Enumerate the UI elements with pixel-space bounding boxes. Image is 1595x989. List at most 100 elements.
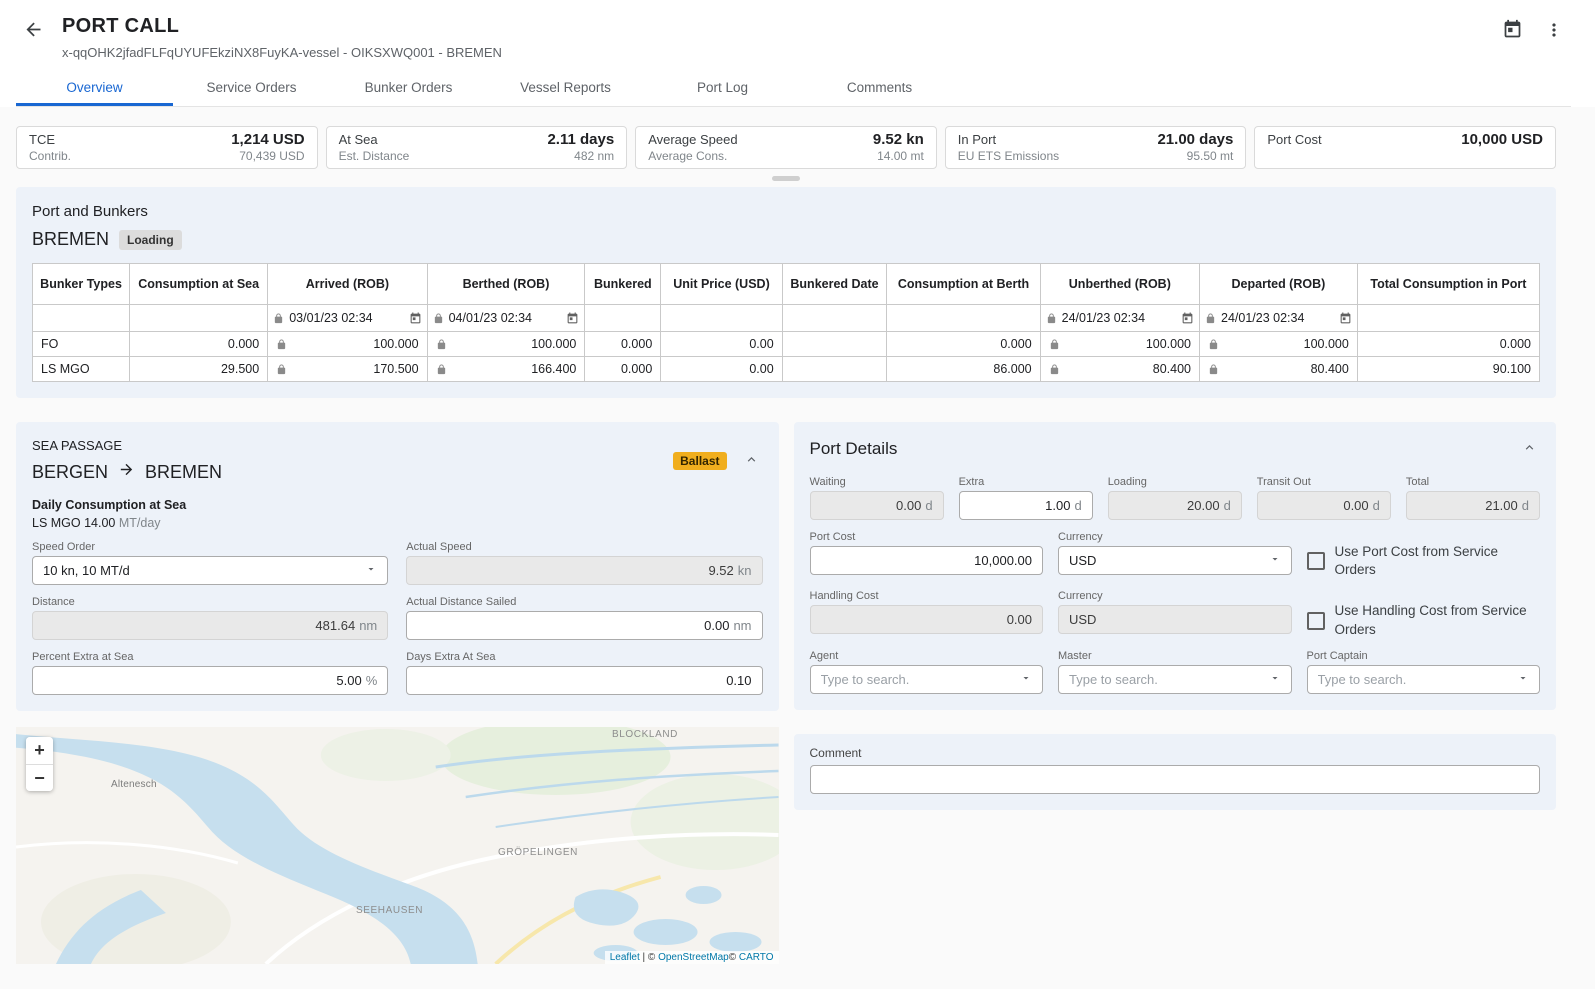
chevron-down-icon [1269, 672, 1281, 687]
tab-overview[interactable]: Overview [16, 70, 173, 106]
map-label-altenesch: Altenesch [111, 779, 157, 790]
route-to: BREMEN [145, 462, 222, 483]
bunker-table: Bunker Types Consumption at Sea Arrived … [32, 263, 1540, 382]
departed-date-input[interactable]: 24/01/23 02:34 [1205, 311, 1352, 325]
port-captain-combobox[interactable] [1307, 665, 1541, 694]
kpi-value: 9.52 kn [873, 131, 924, 148]
daily-consumption-label: Daily Consumption at Sea [32, 498, 763, 512]
tab-service-orders[interactable]: Service Orders [173, 70, 330, 106]
speed-order-value: 10 kn, 10 MT/d [43, 563, 130, 578]
departed-rob-value: 80.400 [1311, 362, 1349, 376]
days-extra-at-sea-label: Days Extra At Sea [406, 651, 762, 663]
bunkered-value: 0.000 [585, 357, 661, 382]
lock-icon[interactable] [1208, 364, 1219, 375]
master-search-input[interactable] [1069, 672, 1265, 687]
percent-extra-at-sea-input[interactable]: 5.00 % [32, 666, 388, 695]
route-map[interactable]: BLOCKLAND Altenesch GRÖPELINGEN SEEHAUSE… [16, 727, 779, 964]
kpi-sub-value: 70,439 USD [239, 149, 304, 163]
transit-out-label: Transit Out [1257, 476, 1391, 488]
lock-icon[interactable] [1049, 364, 1060, 375]
map-label-blockland: BLOCKLAND [612, 729, 678, 740]
lock-icon[interactable] [276, 364, 287, 375]
kpi-value: 10,000 USD [1461, 131, 1543, 148]
chevron-down-icon [1269, 553, 1281, 568]
agent-combobox[interactable] [810, 665, 1044, 694]
percent-extra-at-sea-label: Percent Extra at Sea [32, 651, 388, 663]
waiting-label: Waiting [810, 476, 944, 488]
port-cost-currency-select[interactable]: USD [1058, 546, 1292, 575]
use-handling-cost-label: Use Handling Cost from Service Orders [1335, 602, 1541, 638]
kpi-sub-label: Average Cons. [648, 149, 727, 163]
kpi-card-port-cost: Port Cost 10,000 USD [1254, 126, 1556, 169]
total-input: 21.00 d [1406, 491, 1540, 520]
port-cost-label: Port Cost [810, 531, 1044, 543]
col-bunkered: Bunkered [585, 264, 661, 305]
kpi-collapse-handle[interactable] [772, 176, 800, 181]
date-picker-icon[interactable] [1181, 312, 1194, 325]
zoom-in-button[interactable]: + [26, 737, 53, 764]
voyage-type-badge: Ballast [673, 452, 726, 470]
departed-date-value: 24/01/23 02:34 [1221, 311, 1304, 325]
date-picker-icon[interactable] [409, 312, 422, 325]
carto-link[interactable]: CARTO [739, 952, 774, 963]
kpi-label: Average Speed [648, 132, 737, 147]
comment-panel: Comment [794, 734, 1557, 810]
berthed-date-input[interactable]: 04/01/23 02:34 [433, 311, 580, 325]
extra-input[interactable]: 1.00 d [959, 491, 1093, 520]
lock-icon[interactable] [1205, 313, 1216, 324]
lock-icon[interactable] [276, 339, 287, 350]
bunkered-value: 0.000 [585, 332, 661, 357]
actual-distance-sailed-input[interactable]: 0.00 nm [406, 611, 762, 640]
port-captain-search-input[interactable] [1318, 672, 1514, 687]
back-button[interactable] [16, 14, 50, 48]
comment-input[interactable] [810, 765, 1541, 794]
bunker-type: FO [33, 332, 130, 357]
leaflet-link[interactable]: Leaflet [610, 952, 640, 963]
lock-icon[interactable] [273, 313, 284, 324]
collapse-sea-passage-button[interactable] [741, 450, 763, 472]
tab-vessel-reports[interactable]: Vessel Reports [487, 70, 644, 106]
lock-icon[interactable] [1049, 339, 1060, 350]
more-menu-button[interactable] [1537, 14, 1571, 48]
lock-icon[interactable] [436, 339, 447, 350]
calendar-button[interactable] [1495, 14, 1529, 48]
lock-icon[interactable] [1046, 313, 1057, 324]
port-call-page: PORT CALL x-qqOHK2jfadFLFqUYUFEkziNX8Fuy… [0, 0, 1595, 989]
arrived-date-input[interactable]: 03/01/23 02:34 [273, 311, 421, 325]
unberthed-date-value: 24/01/23 02:34 [1062, 311, 1145, 325]
use-handling-cost-checkbox[interactable] [1307, 612, 1325, 630]
lock-icon[interactable] [433, 313, 444, 324]
date-picker-icon[interactable] [566, 312, 579, 325]
loading-input: 20.00 d [1108, 491, 1242, 520]
port-cost-input[interactable]: 10,000.00 [810, 546, 1044, 575]
transit-out-input: 0.00 d [1257, 491, 1391, 520]
use-port-cost-checkbox[interactable] [1307, 552, 1325, 570]
port-name: BREMEN [32, 229, 109, 250]
bunkered-date-value [782, 332, 887, 357]
loading-label: Loading [1108, 476, 1242, 488]
zoom-out-button[interactable]: − [26, 764, 53, 791]
agent-search-input[interactable] [821, 672, 1017, 687]
kpi-sub-value: 482 nm [574, 149, 614, 163]
tab-port-log[interactable]: Port Log [644, 70, 801, 106]
date-picker-icon[interactable] [1339, 312, 1352, 325]
arrived-rob-value: 100.000 [373, 337, 418, 351]
tab-bunker-orders[interactable]: Bunker Orders [330, 70, 487, 106]
master-combobox[interactable] [1058, 665, 1292, 694]
col-departed-rob: Departed (ROB) [1200, 264, 1358, 305]
days-extra-at-sea-input[interactable]: 0.10 [406, 666, 762, 695]
page-title: PORT CALL [62, 14, 502, 38]
osm-link[interactable]: OpenStreetMap [658, 952, 729, 963]
speed-order-select[interactable]: 10 kn, 10 MT/d [32, 556, 388, 585]
unberthed-date-input[interactable]: 24/01/23 02:34 [1046, 311, 1194, 325]
total-consumption-value: 90.100 [1357, 357, 1539, 382]
lock-icon[interactable] [1208, 339, 1219, 350]
port-and-bunkers-panel: Port and Bunkers BREMEN Loading Bunker T… [16, 187, 1556, 398]
collapse-port-details-button[interactable] [1518, 438, 1540, 460]
tab-comments[interactable]: Comments [801, 70, 958, 106]
chevron-down-icon [1020, 672, 1032, 687]
consumption-at-sea-value: 0.000 [130, 332, 268, 357]
comment-text-input[interactable] [821, 772, 1530, 787]
berthed-date-value: 04/01/23 02:34 [449, 311, 532, 325]
lock-icon[interactable] [436, 364, 447, 375]
